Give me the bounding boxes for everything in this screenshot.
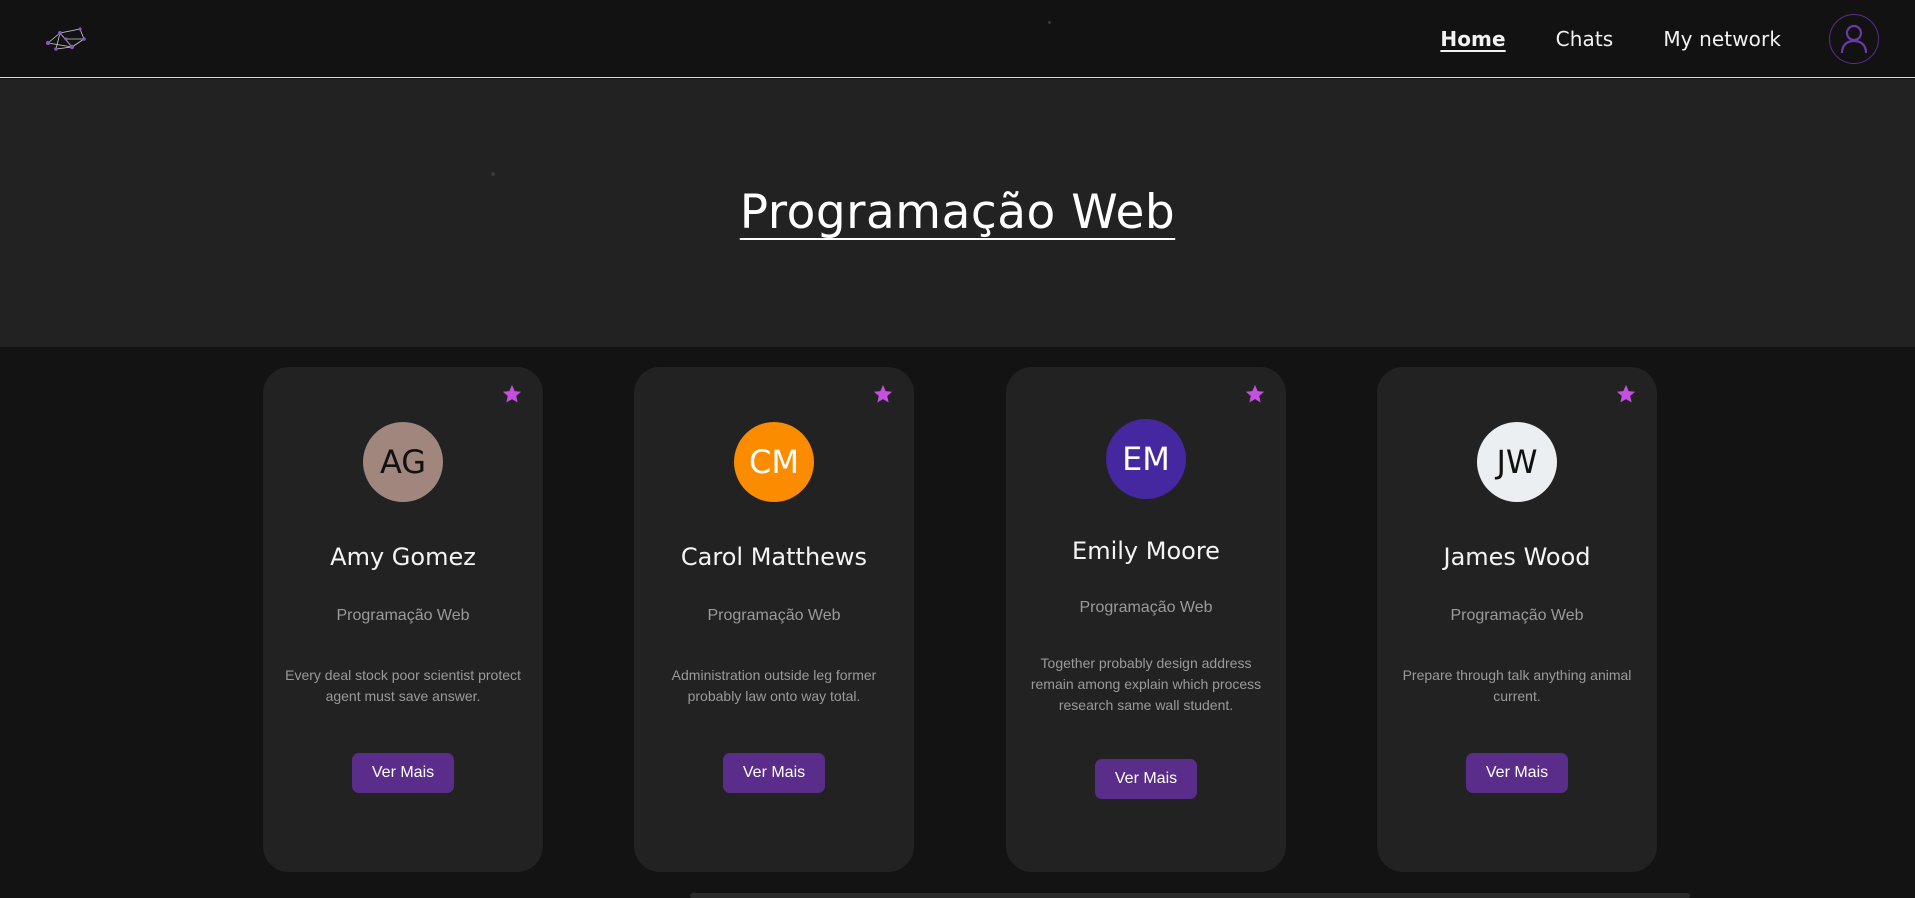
avatar-initials: EM	[1122, 440, 1170, 478]
user-icon	[1840, 24, 1868, 54]
nav-chats[interactable]: Chats	[1556, 27, 1614, 51]
member-course: Programação Web	[1450, 607, 1584, 624]
decorative-dot	[491, 172, 495, 176]
ver-mais-button[interactable]: Ver Mais	[1095, 759, 1197, 799]
member-course: Programação Web	[1079, 599, 1213, 616]
member-course: Programação Web	[336, 607, 470, 624]
member-description: Together probably design address remain …	[1030, 655, 1262, 713]
member-description: Every deal stock poor scientist protect …	[285, 667, 521, 704]
ver-mais-button[interactable]: Ver Mais	[352, 753, 454, 793]
avatar-initials: CM	[749, 443, 799, 481]
member-card: EM Emily Moore Programação Web Together …	[1006, 367, 1286, 872]
nav-my-network[interactable]: My network	[1663, 27, 1781, 51]
member-course: Programação Web	[707, 607, 841, 624]
member-name: Emily Moore	[1072, 537, 1220, 565]
star-icon[interactable]	[501, 383, 523, 405]
nav-home[interactable]: Home	[1440, 27, 1505, 51]
ver-mais-button[interactable]: Ver Mais	[1466, 753, 1568, 793]
members-section: AG Amy Gomez Programação Web Every deal …	[0, 347, 1915, 898]
member-name: Amy Gomez	[330, 543, 476, 571]
avatar: JW	[1477, 422, 1557, 502]
avatar: AG	[363, 422, 443, 502]
main-nav: Home Chats My network	[1440, 0, 1781, 78]
network-graph-logo[interactable]	[44, 25, 88, 55]
scroll-indicator	[690, 893, 1690, 898]
star-icon[interactable]	[1244, 383, 1266, 405]
member-description: Prepare through talk anything animal cur…	[1402, 667, 1632, 704]
ver-mais-button[interactable]: Ver Mais	[723, 753, 825, 793]
member-card: CM Carol Matthews Programação Web Admini…	[634, 367, 914, 872]
page-title: Programação Web	[739, 185, 1176, 240]
decorative-dot	[1048, 21, 1051, 24]
avatar-initials: JW	[1496, 443, 1538, 481]
member-name: Carol Matthews	[680, 543, 868, 571]
avatar: EM	[1106, 419, 1186, 499]
member-name: James Wood	[1443, 543, 1591, 571]
hero-banner: Programação Web	[0, 21, 1915, 347]
member-card: AG Amy Gomez Programação Web Every deal …	[263, 367, 543, 872]
avatar-initials: AG	[379, 443, 427, 481]
member-card: JW James Wood Programação Web Prepare th…	[1377, 367, 1657, 872]
profile-button[interactable]	[1829, 14, 1879, 64]
star-icon[interactable]	[872, 383, 894, 405]
navbar: Home Chats My network	[0, 0, 1915, 78]
member-description: Administration outside leg former probab…	[671, 667, 877, 704]
star-icon[interactable]	[1615, 383, 1637, 405]
avatar: CM	[734, 422, 814, 502]
